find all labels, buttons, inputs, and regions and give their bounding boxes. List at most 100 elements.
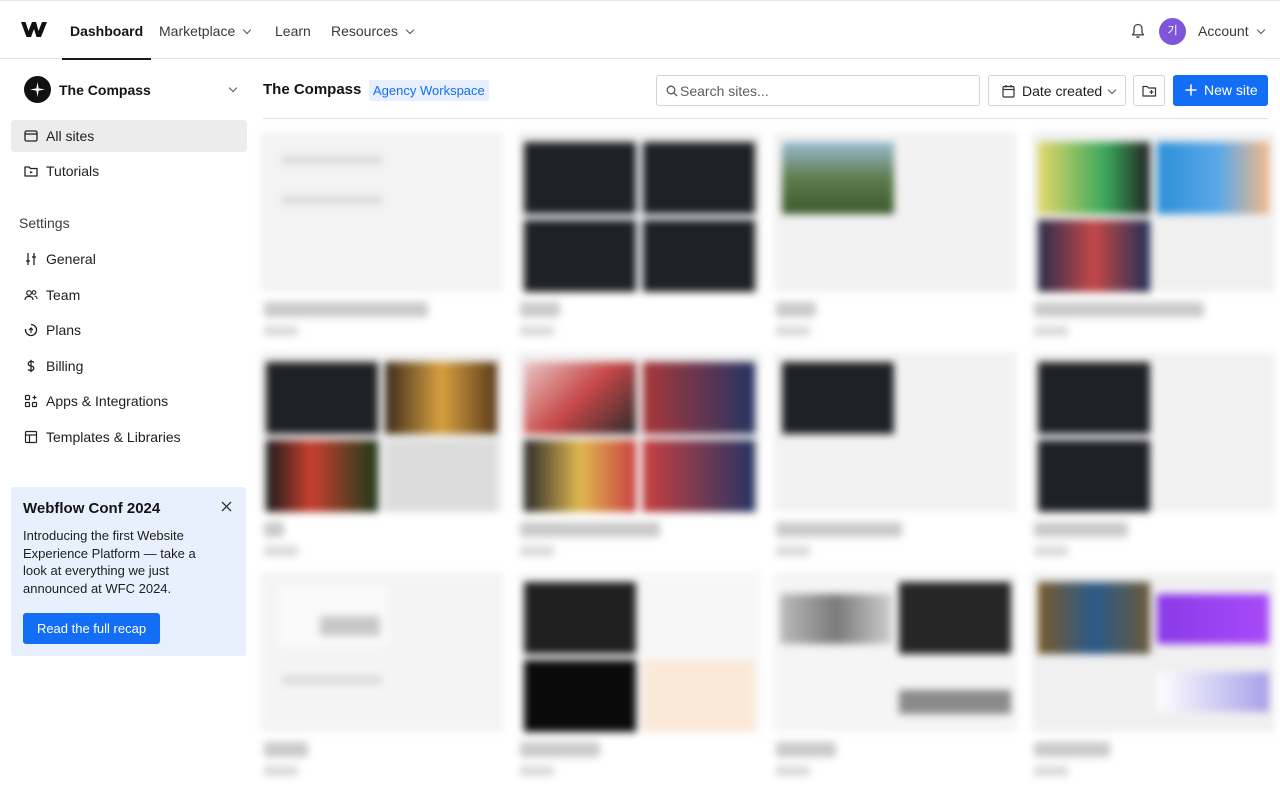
site-card-title — [1034, 742, 1110, 757]
apps-icon — [24, 394, 38, 408]
calendar-icon — [1002, 85, 1015, 98]
new-folder-button[interactable] — [1133, 75, 1165, 106]
site-card[interactable] — [1032, 352, 1275, 512]
dollar-icon — [27, 359, 35, 373]
site-card-title — [520, 742, 600, 757]
sidebar-item-tutorials[interactable]: Tutorials — [11, 155, 247, 187]
site-card-meta — [1034, 766, 1068, 776]
search-box — [656, 75, 980, 106]
site-card[interactable] — [518, 132, 761, 292]
account-label: Account — [1198, 23, 1249, 39]
site-card-title — [264, 742, 308, 757]
top-navigation: Dashboard Marketplace Learn Resources 기 … — [0, 0, 1280, 60]
sidebar-item-label: Apps & Integrations — [46, 393, 169, 409]
search-input[interactable] — [680, 76, 970, 105]
sidebar-item-apps-integrations[interactable]: Apps & Integrations — [11, 385, 247, 417]
sidebar-item-label: Team — [46, 287, 81, 303]
header-divider — [263, 118, 1268, 119]
site-card-meta — [520, 766, 554, 776]
compass-star-icon — [30, 82, 45, 97]
workspace-badge: Agency Workspace — [369, 80, 489, 101]
sidebar-item-plans[interactable]: Plans — [11, 314, 247, 346]
sort-label: Date created — [1022, 83, 1103, 99]
workspace-name: The Compass — [59, 82, 151, 98]
sidebar-item-general[interactable]: General — [11, 243, 247, 275]
browser-window-icon — [24, 130, 38, 142]
chevron-down-icon — [405, 25, 415, 35]
nav-resources-label: Resources — [331, 23, 398, 39]
search-icon — [666, 85, 678, 97]
promo-body: Introducing the first Website Experience… — [23, 528, 196, 597]
sidebar-item-templates-libraries[interactable]: Templates & Libraries — [11, 421, 247, 453]
chevron-down-icon — [228, 83, 238, 93]
sidebar-item-label: Templates & Libraries — [46, 429, 181, 445]
site-card-meta — [264, 766, 298, 776]
site-card[interactable] — [1032, 572, 1275, 732]
new-site-button[interactable]: New site — [1173, 75, 1268, 106]
sidebar-item-billing[interactable]: Billing — [11, 350, 247, 382]
site-card-meta — [776, 326, 810, 336]
site-card[interactable] — [1032, 132, 1275, 292]
site-card[interactable] — [774, 572, 1017, 732]
site-card-title — [520, 302, 560, 317]
read-recap-button[interactable]: Read the full recap — [23, 613, 160, 644]
plus-icon — [1185, 84, 1197, 96]
site-card-title — [264, 522, 284, 537]
webflow-logo-icon[interactable] — [21, 21, 47, 38]
promo-card: Webflow Conf 2024 Introducing the first … — [11, 487, 246, 656]
workspace-switcher[interactable]: The Compass — [12, 75, 246, 107]
avatar[interactable]: 기 — [1159, 18, 1186, 45]
promo-title: Webflow Conf 2024 — [23, 500, 161, 517]
site-card-title — [520, 522, 660, 537]
nav-learn[interactable]: Learn — [275, 1, 311, 59]
account-menu[interactable]: Account — [1198, 1, 1265, 59]
sort-dropdown[interactable]: Date created — [988, 75, 1126, 106]
site-card-meta — [776, 546, 810, 556]
nav-marketplace[interactable]: Marketplace — [159, 1, 252, 59]
site-card[interactable] — [260, 352, 503, 512]
page-title: The Compass — [263, 81, 362, 98]
nav-dashboard[interactable]: Dashboard — [61, 1, 152, 60]
chevron-down-icon — [1107, 85, 1117, 95]
sidebar-item-team[interactable]: Team — [11, 279, 247, 311]
team-icon — [24, 290, 38, 301]
plans-icon — [24, 323, 38, 337]
site-card-meta — [1034, 546, 1068, 556]
chevron-down-icon — [1256, 25, 1265, 35]
site-card-title — [1034, 522, 1128, 537]
site-card-title — [776, 302, 816, 317]
site-card-meta — [264, 326, 298, 336]
site-card[interactable] — [774, 352, 1017, 512]
nav-dashboard-label: Dashboard — [70, 23, 144, 39]
site-card-title — [776, 522, 902, 537]
sidebar-item-label: Plans — [46, 322, 82, 338]
bell-icon[interactable] — [1131, 23, 1145, 39]
nav-resources[interactable]: Resources — [331, 1, 415, 59]
site-card-title — [1034, 302, 1204, 317]
site-card-title — [776, 742, 836, 757]
sidebar-item-all-sites[interactable]: All sites — [11, 120, 247, 152]
folder-plus-icon — [1142, 85, 1157, 97]
site-card-meta — [520, 546, 554, 556]
site-card-title — [264, 302, 428, 317]
sliders-icon — [26, 253, 36, 265]
site-card-meta — [264, 546, 298, 556]
site-card[interactable] — [518, 352, 761, 512]
sidebar: The Compass All sites Tutorials Settings… — [0, 59, 258, 792]
nav-learn-label: Learn — [275, 23, 311, 39]
site-card[interactable] — [260, 132, 503, 292]
site-grid — [260, 132, 1275, 792]
site-card-meta — [1034, 326, 1068, 336]
site-card-meta — [520, 326, 554, 336]
sidebar-item-label: Tutorials — [46, 163, 100, 179]
site-card-meta — [776, 766, 810, 776]
site-card[interactable] — [518, 572, 761, 732]
site-card[interactable] — [260, 572, 503, 732]
sidebar-item-label: All sites — [46, 128, 95, 144]
workspace-logo — [24, 76, 51, 103]
sidebar-item-label: Billing — [46, 358, 84, 374]
new-site-label: New site — [1204, 82, 1258, 98]
site-card[interactable] — [774, 132, 1017, 292]
close-icon[interactable] — [221, 501, 232, 512]
nav-marketplace-label: Marketplace — [159, 23, 236, 39]
